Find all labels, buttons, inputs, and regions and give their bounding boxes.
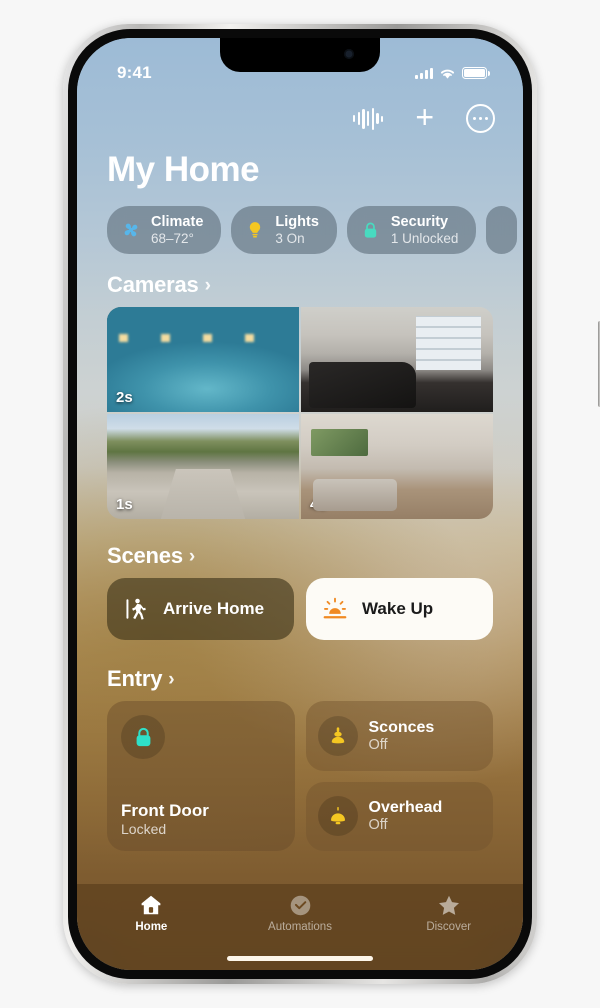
sconce-lamp-icon (317, 715, 358, 756)
tile-front-door-title: Front Door (121, 801, 209, 821)
pill-security-subtitle: 1 Unlocked (390, 230, 459, 246)
status-indicators (415, 67, 490, 80)
pill-lights-subtitle: 3 On (275, 230, 305, 246)
scenes-section-header[interactable]: Scenes › (77, 543, 523, 569)
siri-waveform-icon[interactable] (353, 107, 384, 130)
chevron-right-icon: › (204, 274, 211, 296)
scene-label: Wake Up (362, 599, 434, 619)
pill-lights[interactable]: Lights 3 On (231, 206, 337, 255)
tab-home-label: Home (135, 921, 168, 933)
phone-frame: 9:41 + My Home Climate 68–72° Lights 3 O… (63, 24, 600, 984)
fan-icon (120, 219, 142, 241)
scenes-row: Arrive Home Wake Up (77, 578, 523, 641)
tab-home[interactable]: Home (77, 892, 226, 933)
camera-tile-driveway[interactable]: 1s (107, 414, 299, 520)
entry-label: Entry (107, 666, 163, 692)
front-camera-icon (344, 49, 354, 59)
camera-tile-pool[interactable]: 2s (107, 307, 299, 413)
camera-tile-garage[interactable]: 3s (301, 307, 493, 413)
ceiling-light-icon (317, 796, 358, 837)
camera-timestamp: 2s (116, 389, 133, 407)
pill-lights-title: Lights (275, 214, 319, 230)
lock-icon (360, 219, 382, 241)
sunrise-icon (320, 594, 350, 624)
pill-overflow-partial[interactable] (486, 206, 518, 255)
tab-discover[interactable]: Discover (374, 892, 523, 933)
status-pills: Climate 68–72° Lights 3 On Security 1 Un… (77, 206, 523, 255)
tile-sconces-title: Sconces (368, 718, 435, 736)
home-content: My Home Climate 68–72° Lights 3 On Secur… (77, 38, 523, 970)
entry-section-header[interactable]: Entry › (77, 666, 523, 692)
pill-security[interactable]: Security 1 Unlocked (346, 206, 477, 255)
more-options-icon[interactable] (466, 104, 495, 133)
cameras-label: Cameras (107, 272, 199, 298)
tab-automations-label: Automations (268, 921, 332, 933)
star-icon (436, 892, 462, 918)
tile-overhead[interactable]: Overhead Off (305, 781, 493, 852)
house-icon (138, 892, 164, 918)
wifi-icon (440, 69, 455, 79)
camera-tile-living-room[interactable]: 4s (301, 414, 493, 520)
cameras-section-header[interactable]: Cameras › (77, 272, 523, 298)
status-time: 9:41 (117, 63, 152, 82)
lock-closed-icon (121, 715, 165, 760)
clock-icon (288, 892, 313, 918)
tile-sconces-subtitle: Off (368, 736, 388, 753)
header-actions: + (353, 101, 495, 133)
scene-wake-up[interactable]: Wake Up (306, 578, 493, 641)
tile-overhead-subtitle: Off (368, 817, 388, 834)
pill-climate-title: Climate (151, 214, 204, 230)
tile-sconces[interactable]: Sconces Off (305, 701, 493, 771)
tab-discover-label: Discover (426, 921, 472, 933)
pill-security-title: Security (390, 214, 449, 230)
chevron-right-icon: › (168, 668, 175, 690)
tab-automations[interactable]: Automations (226, 892, 375, 933)
add-icon[interactable]: + (415, 101, 434, 133)
phone-bezel: 9:41 + My Home Climate 68–72° Lights 3 O… (68, 29, 532, 979)
scene-arrive-home[interactable]: Arrive Home (107, 578, 294, 641)
tile-overhead-title: Overhead (368, 799, 443, 817)
scenes-label: Scenes (107, 543, 183, 569)
walking-person-icon (121, 594, 151, 624)
camera-timestamp: 4s (310, 496, 327, 514)
pill-climate-subtitle: 68–72° (151, 230, 194, 246)
cellular-bars-icon (415, 67, 433, 79)
cameras-grid: 2s 3s 1s 4s (107, 307, 493, 520)
tile-front-door-subtitle: Locked (121, 821, 167, 838)
pill-climate[interactable]: Climate 68–72° (107, 206, 222, 255)
battery-full-icon (462, 67, 487, 79)
camera-timestamp: 1s (116, 496, 133, 514)
lightbulb-icon (244, 219, 266, 241)
home-indicator[interactable] (227, 956, 373, 961)
page-title: My Home (107, 150, 260, 189)
notch (220, 38, 380, 72)
camera-timestamp: 3s (310, 389, 327, 407)
scene-label: Arrive Home (163, 599, 265, 619)
entry-grid: Front Door Locked Sconces Off Overhead O… (77, 701, 523, 852)
tile-front-door[interactable]: Front Door Locked (107, 701, 295, 852)
phone-screen: 9:41 + My Home Climate 68–72° Lights 3 O… (77, 38, 523, 970)
chevron-right-icon: › (188, 545, 195, 567)
